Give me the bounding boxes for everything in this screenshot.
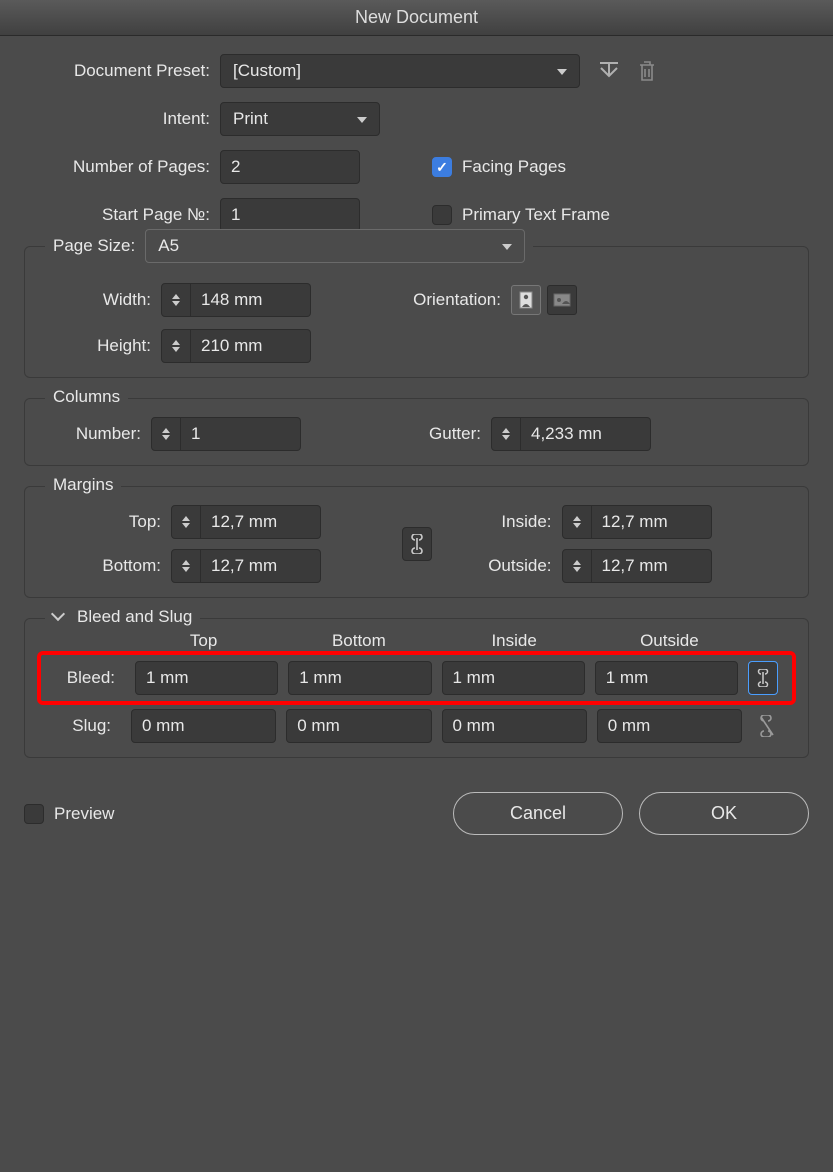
columns-number-label: Number: [41, 424, 151, 444]
height-value: 210 mm [201, 336, 262, 356]
gutter-stepper[interactable] [491, 417, 521, 451]
delete-preset-icon[interactable] [632, 56, 662, 86]
height-input[interactable]: 210 mm [191, 329, 311, 363]
number-of-pages-input[interactable]: 2 [220, 150, 360, 184]
bleed-label: Bleed: [45, 668, 125, 688]
slug-outside-value: 0 mm [608, 716, 651, 736]
intent-value: Print [233, 109, 268, 129]
intent-label: Intent: [24, 109, 220, 129]
slug-bottom-input[interactable]: 0 mm [286, 709, 431, 743]
bleed-inside-value: 1 mm [453, 668, 496, 688]
page-size-select[interactable]: A5 [145, 229, 525, 263]
col-outside: Outside [597, 631, 742, 657]
col-top: Top [131, 631, 276, 657]
columns-legend: Columns [45, 387, 128, 407]
start-page-input[interactable]: 1 [220, 198, 360, 232]
cancel-button[interactable]: Cancel [453, 792, 623, 835]
slug-label: Slug: [41, 716, 121, 736]
col-inside: Inside [442, 631, 587, 657]
margin-bottom-value: 12,7 mm [211, 556, 277, 576]
orientation-portrait-button[interactable] [511, 285, 541, 315]
margin-outside-stepper[interactable] [562, 549, 592, 583]
facing-pages-label: Facing Pages [462, 157, 566, 177]
bleed-inside-input[interactable]: 1 mm [442, 661, 585, 695]
bleed-bottom-value: 1 mm [299, 668, 342, 688]
document-preset-select[interactable]: [Custom] [220, 54, 580, 88]
margin-bottom-stepper[interactable] [171, 549, 201, 583]
number-of-pages-label: Number of Pages: [24, 157, 220, 177]
width-label: Width: [41, 290, 161, 310]
bleed-slug-group: Bleed and Slug Top Bottom Inside Outside… [24, 618, 809, 758]
gutter-value: 4,233 mn [531, 424, 602, 444]
gutter-input[interactable]: 4,233 mn [521, 417, 651, 451]
window-title: New Document [0, 0, 833, 36]
columns-number-input[interactable]: 1 [181, 417, 301, 451]
document-preset-value: [Custom] [233, 61, 301, 81]
preview-checkbox[interactable] [24, 804, 44, 824]
margin-outside-input[interactable]: 12,7 mm [592, 549, 712, 583]
bleed-link-icon[interactable] [748, 661, 778, 695]
columns-group: Columns Number: 1 Gutter: 4,233 mn [24, 398, 809, 466]
page-size-value: A5 [158, 236, 179, 256]
margins-legend: Margins [45, 475, 121, 495]
bleed-top-value: 1 mm [146, 668, 189, 688]
slug-bottom-value: 0 mm [297, 716, 340, 736]
chevron-down-icon[interactable] [51, 607, 65, 621]
margin-outside-label: Outside: [432, 556, 562, 576]
width-value: 148 mm [201, 290, 262, 310]
margin-top-stepper[interactable] [171, 505, 201, 539]
bleed-outside-value: 1 mm [606, 668, 649, 688]
bleed-bottom-input[interactable]: 1 mm [288, 661, 431, 695]
orientation-label: Orientation: [311, 290, 511, 310]
bleed-slug-legend: Bleed and Slug [45, 607, 200, 627]
bleed-outside-input[interactable]: 1 mm [595, 661, 738, 695]
slug-top-value: 0 mm [142, 716, 185, 736]
columns-number-stepper[interactable] [151, 417, 181, 451]
margin-bottom-input[interactable]: 12,7 mm [201, 549, 321, 583]
slug-link-broken-icon[interactable] [752, 711, 782, 741]
primary-text-frame-label: Primary Text Frame [462, 205, 610, 225]
bleed-top-input[interactable]: 1 mm [135, 661, 278, 695]
slug-inside-input[interactable]: 0 mm [442, 709, 587, 743]
height-stepper[interactable] [161, 329, 191, 363]
ok-button[interactable]: OK [639, 792, 809, 835]
start-page-value: 1 [231, 205, 240, 225]
columns-number-value: 1 [191, 424, 200, 444]
primary-text-frame-checkbox[interactable] [432, 205, 452, 225]
bleed-slug-title: Bleed and Slug [77, 607, 192, 626]
margin-top-label: Top: [41, 512, 171, 532]
intent-select[interactable]: Print [220, 102, 380, 136]
margin-inside-value: 12,7 mm [602, 512, 668, 532]
margin-top-input[interactable]: 12,7 mm [201, 505, 321, 539]
bleed-row-highlight: Bleed: 1 mm 1 mm 1 mm 1 mm [37, 651, 796, 705]
width-stepper[interactable] [161, 283, 191, 317]
margin-inside-stepper[interactable] [562, 505, 592, 539]
margin-inside-label: Inside: [432, 512, 562, 532]
save-preset-icon[interactable] [594, 56, 624, 86]
width-input[interactable]: 148 mm [191, 283, 311, 317]
margin-bottom-label: Bottom: [41, 556, 171, 576]
document-preset-label: Document Preset: [24, 61, 220, 81]
orientation-landscape-button[interactable] [547, 285, 577, 315]
height-label: Height: [41, 336, 161, 356]
slug-outside-input[interactable]: 0 mm [597, 709, 742, 743]
preview-label: Preview [54, 804, 114, 824]
start-page-label: Start Page №: [24, 205, 220, 225]
gutter-label: Gutter: [301, 424, 491, 444]
margins-group: Margins Top: 12,7 mm Bottom: 12,7 mm [24, 486, 809, 598]
margin-inside-input[interactable]: 12,7 mm [592, 505, 712, 539]
facing-pages-checkbox[interactable] [432, 157, 452, 177]
margin-outside-value: 12,7 mm [602, 556, 668, 576]
page-size-group: Page Size: A5 Width: 148 mm Orientation:… [24, 246, 809, 378]
slug-inside-value: 0 mm [453, 716, 496, 736]
margins-link-icon[interactable] [402, 527, 432, 561]
col-bottom: Bottom [286, 631, 431, 657]
number-of-pages-value: 2 [231, 157, 240, 177]
page-size-label: Page Size: [53, 236, 145, 256]
slug-top-input[interactable]: 0 mm [131, 709, 276, 743]
margin-top-value: 12,7 mm [211, 512, 277, 532]
